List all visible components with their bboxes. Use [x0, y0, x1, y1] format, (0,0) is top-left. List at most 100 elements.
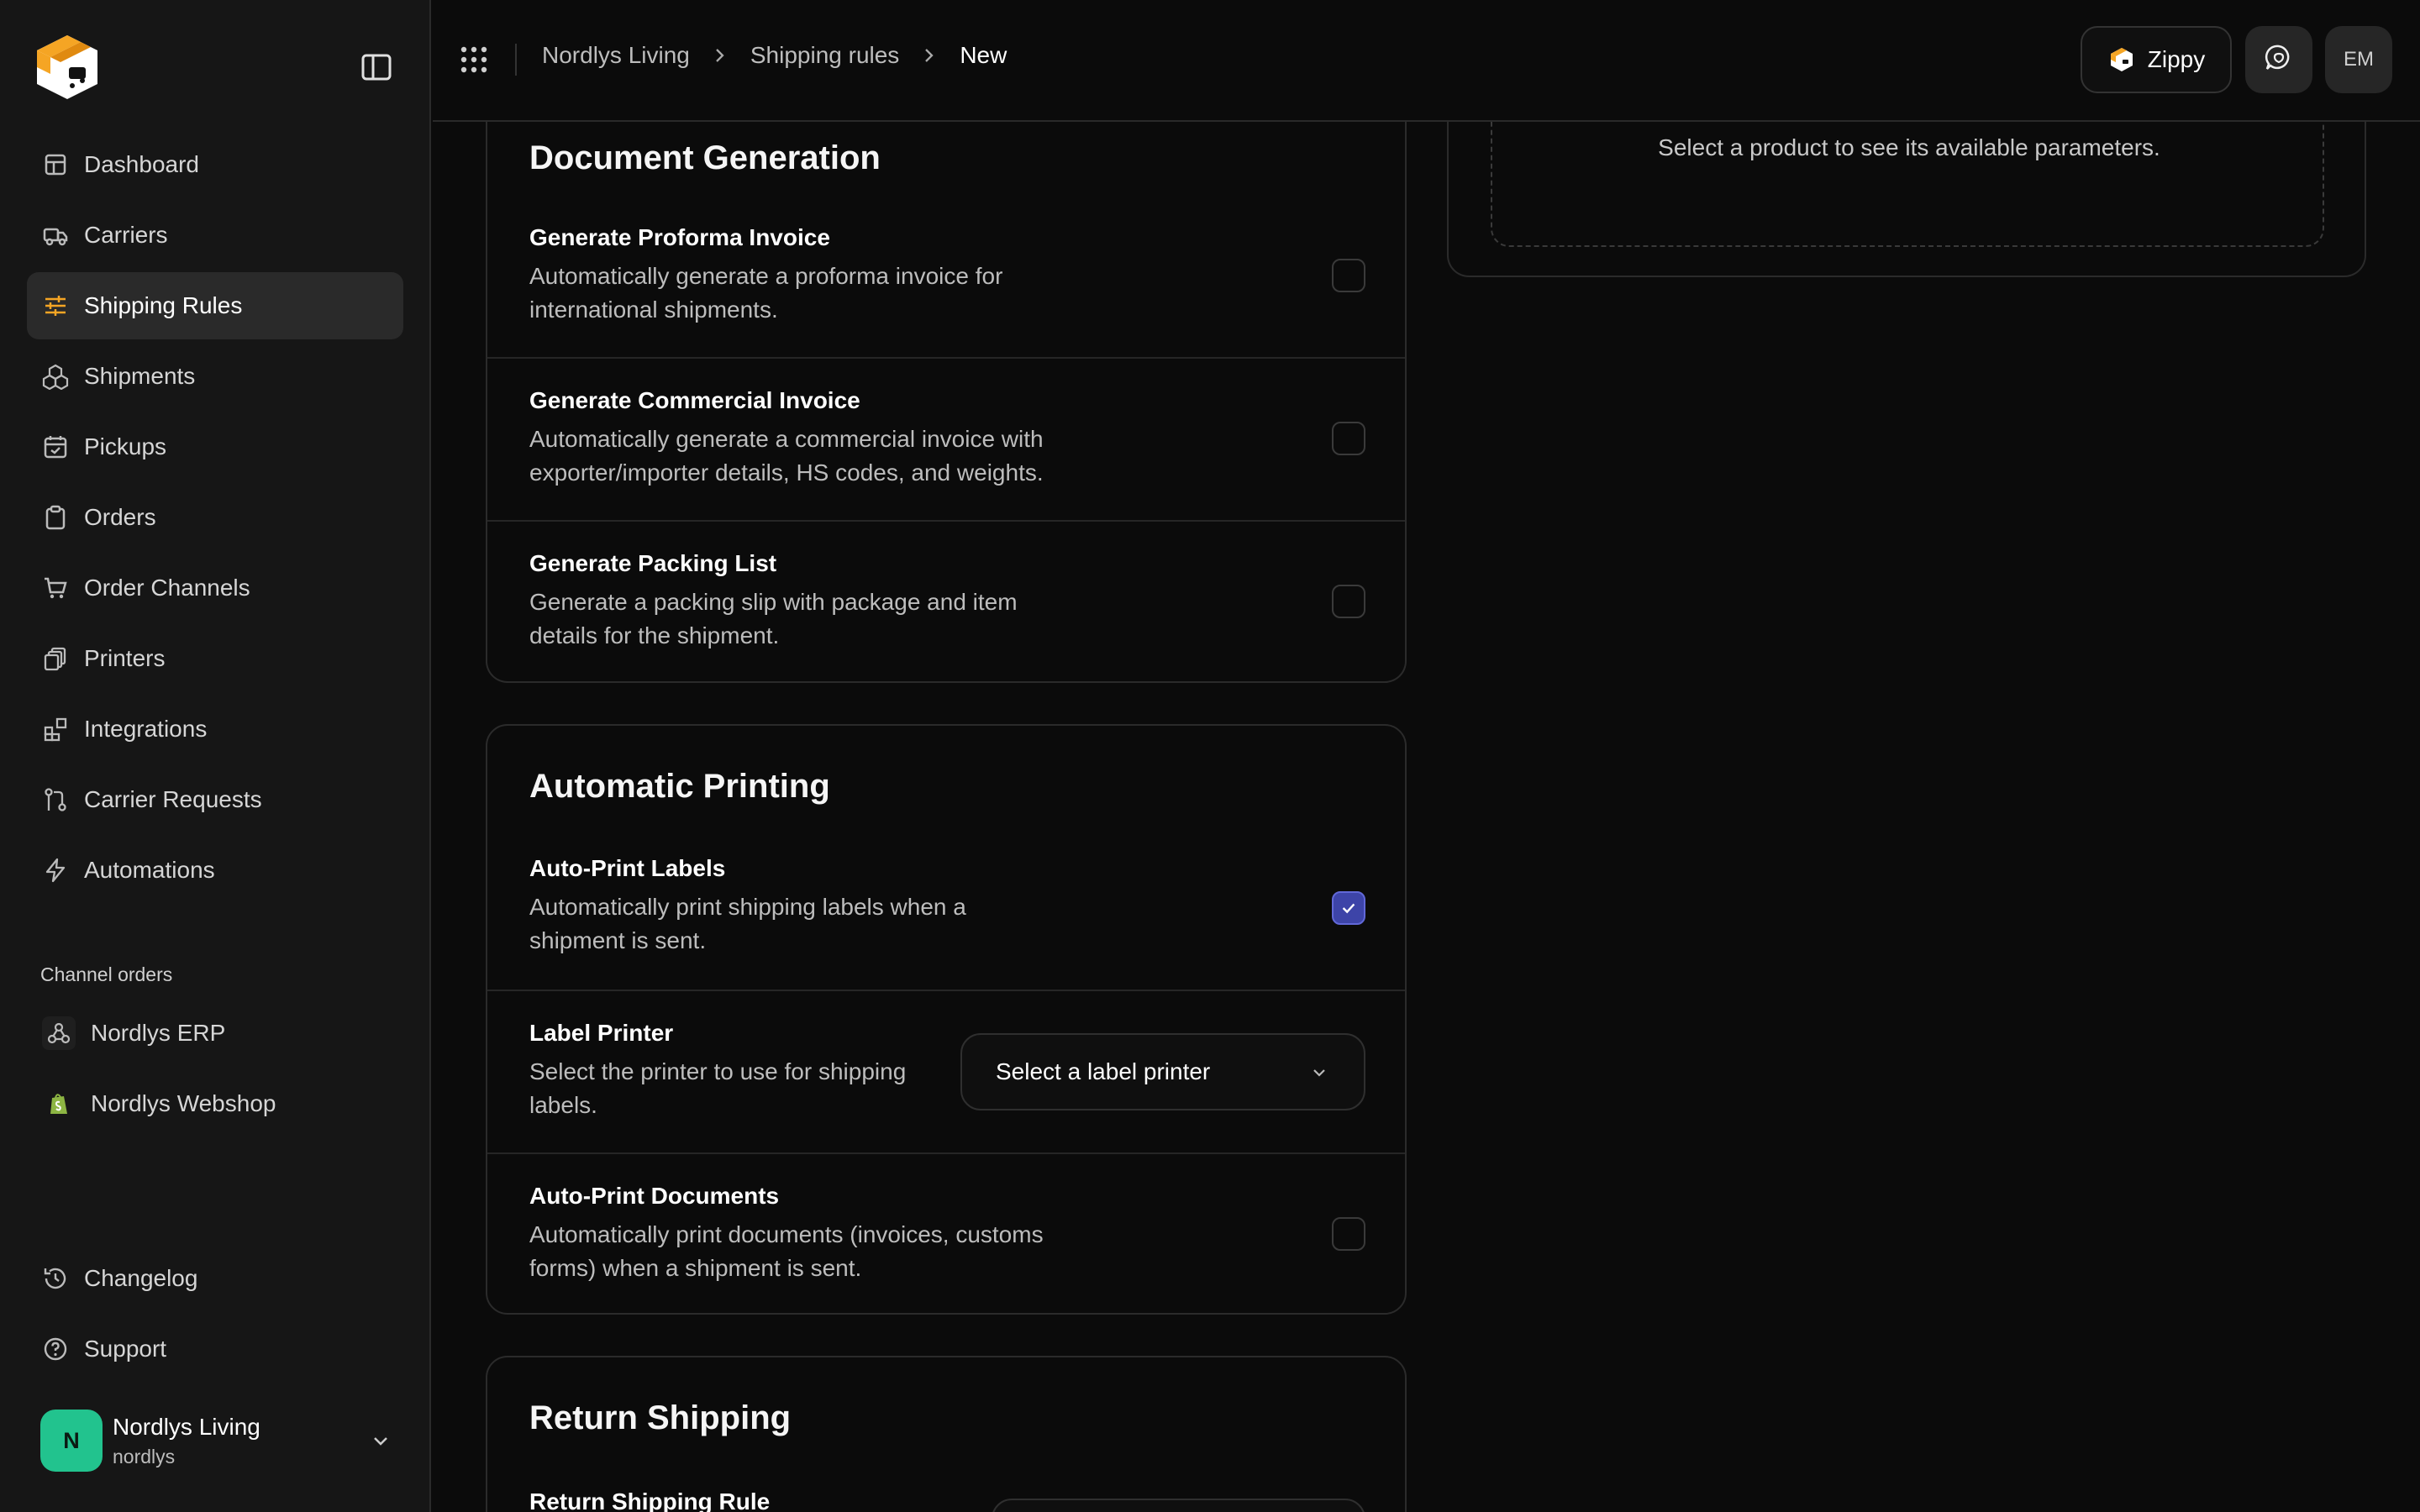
- clipboard-icon: [42, 504, 69, 531]
- bolt-icon: [42, 857, 69, 884]
- dashboard-icon: [42, 151, 69, 178]
- account-switcher[interactable]: N Nordlys Living nordlys: [40, 1410, 393, 1472]
- automatic-printing-card: Automatic Printing Auto-Print Labels Aut…: [486, 724, 1407, 1315]
- sidebar-item-label: Pickups: [84, 433, 167, 459]
- sidebar-item-automations[interactable]: Automations: [27, 837, 403, 904]
- sidebar-item-label: Shipping Rules: [84, 292, 243, 318]
- setting-row-commercial-invoice: Generate Commercial Invoice Automaticall…: [487, 357, 1405, 520]
- setting-row-packing-list: Generate Packing List Generate a packing…: [487, 520, 1405, 681]
- breadcrumb-current: New: [960, 42, 1007, 68]
- divider: [515, 44, 517, 76]
- blocks-icon: [42, 716, 69, 743]
- avatar: N: [40, 1410, 103, 1472]
- setting-description: Automatically print documents (invoices,…: [529, 1221, 1044, 1281]
- sidebar-item-label: Automations: [84, 857, 215, 883]
- document-generation-card: Document Generation Generate Proforma In…: [486, 84, 1407, 683]
- chat-bubble-icon: [2264, 43, 2294, 77]
- setting-row-auto-print-documents: Auto-Print Documents Automatically print…: [487, 1152, 1405, 1313]
- proforma-invoice-checkbox[interactable]: [1332, 259, 1365, 292]
- sidebar-nav: Dashboard Carriers Shipping Rules Shipme…: [27, 131, 403, 907]
- setting-title: Return Shipping Rule: [529, 1488, 771, 1512]
- breadcrumb-item[interactable]: Nordlys Living: [542, 42, 690, 69]
- section-title: Document Generation: [529, 139, 881, 176]
- sidebar-item-shipments[interactable]: Shipments: [27, 343, 403, 410]
- printer-icon: [42, 645, 69, 672]
- setting-title: Label Printer: [529, 1020, 674, 1046]
- channel-list: Nordlys ERP Nordlys Webshop: [27, 1000, 403, 1141]
- sliders-icon: [42, 292, 69, 319]
- top-bar: Nordlys Living Shipping rules New Zippy …: [433, 0, 2420, 122]
- chevron-right-icon: [918, 44, 941, 67]
- breadcrumb: Nordlys Living Shipping rules New: [542, 42, 1007, 69]
- packing-list-checkbox[interactable]: [1332, 585, 1365, 618]
- calendar-check-icon: [42, 433, 69, 460]
- channel-orders-heading: Channel orders: [40, 963, 173, 985]
- shopify-icon: [42, 1087, 76, 1121]
- zippy-button[interactable]: Zippy: [2081, 26, 2232, 93]
- sidebar-item-label: Orders: [84, 504, 156, 530]
- sidebar-item-label: Changelog: [84, 1265, 198, 1291]
- sidebar-toggle-icon[interactable]: [360, 52, 393, 82]
- sidebar-item-integrations[interactable]: Integrations: [27, 696, 403, 763]
- setting-description: Select the printer to use for shipping l…: [529, 1058, 907, 1118]
- setting-title: Generate Proforma Invoice: [529, 224, 830, 250]
- section-title: Automatic Printing: [529, 768, 830, 805]
- chat-button[interactable]: [2245, 26, 2312, 93]
- history-icon: [42, 1265, 69, 1292]
- sidebar-item-label: Support: [84, 1336, 167, 1362]
- sidebar-item-dashboard[interactable]: Dashboard: [27, 131, 403, 198]
- sidebar-item-label: Carriers: [84, 222, 168, 248]
- channel-item-nordlys-erp[interactable]: Nordlys ERP: [27, 1000, 403, 1067]
- setting-description: Generate a packing slip with package and…: [529, 589, 1018, 648]
- sidebar-item-orders[interactable]: Orders: [27, 484, 403, 551]
- sidebar-item-label: Carrier Requests: [84, 786, 262, 812]
- sidebar-item-printers[interactable]: Printers: [27, 625, 403, 692]
- sidebar: Dashboard Carriers Shipping Rules Shipme…: [0, 0, 431, 1512]
- sidebar-item-pickups[interactable]: Pickups: [27, 413, 403, 480]
- chevron-right-icon: [708, 44, 732, 67]
- setting-row-proforma-invoice: Generate Proforma Invoice Automatically …: [487, 197, 1405, 360]
- channel-item-nordlys-webshop[interactable]: Nordlys Webshop: [27, 1070, 403, 1137]
- setting-row-auto-print-labels: Auto-Print Labels Automatically print sh…: [487, 827, 1405, 990]
- account-slug: nordlys: [113, 1445, 176, 1467]
- help-circle-icon: [42, 1336, 69, 1362]
- sidebar-item-changelog[interactable]: Changelog: [27, 1245, 403, 1312]
- setting-description: Automatically print shipping labels when…: [529, 894, 966, 953]
- return-shipping-rule-select[interactable]: [992, 1499, 1365, 1512]
- zippy-logo-icon: [2107, 45, 2136, 74]
- channel-label: Nordlys ERP: [91, 1020, 226, 1046]
- setting-row-label-printer: Label Printer Select the printer to use …: [487, 990, 1405, 1152]
- sidebar-item-carriers[interactable]: Carriers: [27, 202, 403, 269]
- sidebar-item-support[interactable]: Support: [27, 1315, 403, 1383]
- sidebar-item-carrier-requests[interactable]: Carrier Requests: [27, 766, 403, 833]
- channel-label: Nordlys Webshop: [91, 1090, 276, 1116]
- setting-description: Automatically generate a commercial invo…: [529, 426, 1044, 486]
- sidebar-item-label: Shipments: [84, 363, 196, 389]
- commercial-invoice-checkbox[interactable]: [1332, 422, 1365, 455]
- setting-title: Generate Commercial Invoice: [529, 387, 860, 413]
- truck-icon: [42, 222, 69, 249]
- label-printer-select[interactable]: Select a label printer: [960, 1033, 1365, 1110]
- boxes-icon: [42, 363, 69, 390]
- apps-grid-icon[interactable]: [460, 45, 488, 74]
- sidebar-item-order-channels[interactable]: Order Channels: [27, 554, 403, 622]
- chevron-down-icon: [1308, 1062, 1330, 1084]
- setting-title: Auto-Print Documents: [529, 1183, 780, 1209]
- sidebar-item-label: Order Channels: [84, 575, 250, 601]
- select-placeholder: Select a label printer: [996, 1058, 1211, 1084]
- app-logo-icon[interactable]: [30, 30, 104, 104]
- zippy-label: Zippy: [2147, 46, 2206, 72]
- user-avatar-button[interactable]: EM: [2325, 26, 2392, 93]
- setting-description: Automatically generate a proforma invoic…: [529, 263, 1003, 323]
- sidebar-item-label: Dashboard: [84, 151, 199, 177]
- chevron-down-icon: [368, 1428, 393, 1453]
- setting-title: Auto-Print Labels: [529, 855, 726, 881]
- breadcrumb-item[interactable]: Shipping rules: [750, 42, 899, 69]
- git-pull-icon: [42, 786, 69, 813]
- sidebar-item-shipping-rules[interactable]: Shipping Rules: [27, 272, 403, 339]
- auto-print-documents-checkbox[interactable]: [1332, 1217, 1365, 1251]
- section-title: Return Shipping: [529, 1399, 792, 1436]
- account-name: Nordlys Living: [113, 1413, 260, 1440]
- parameters-hint: Select a product to see its available pa…: [1658, 134, 2160, 160]
- auto-print-labels-checkbox[interactable]: [1332, 891, 1365, 925]
